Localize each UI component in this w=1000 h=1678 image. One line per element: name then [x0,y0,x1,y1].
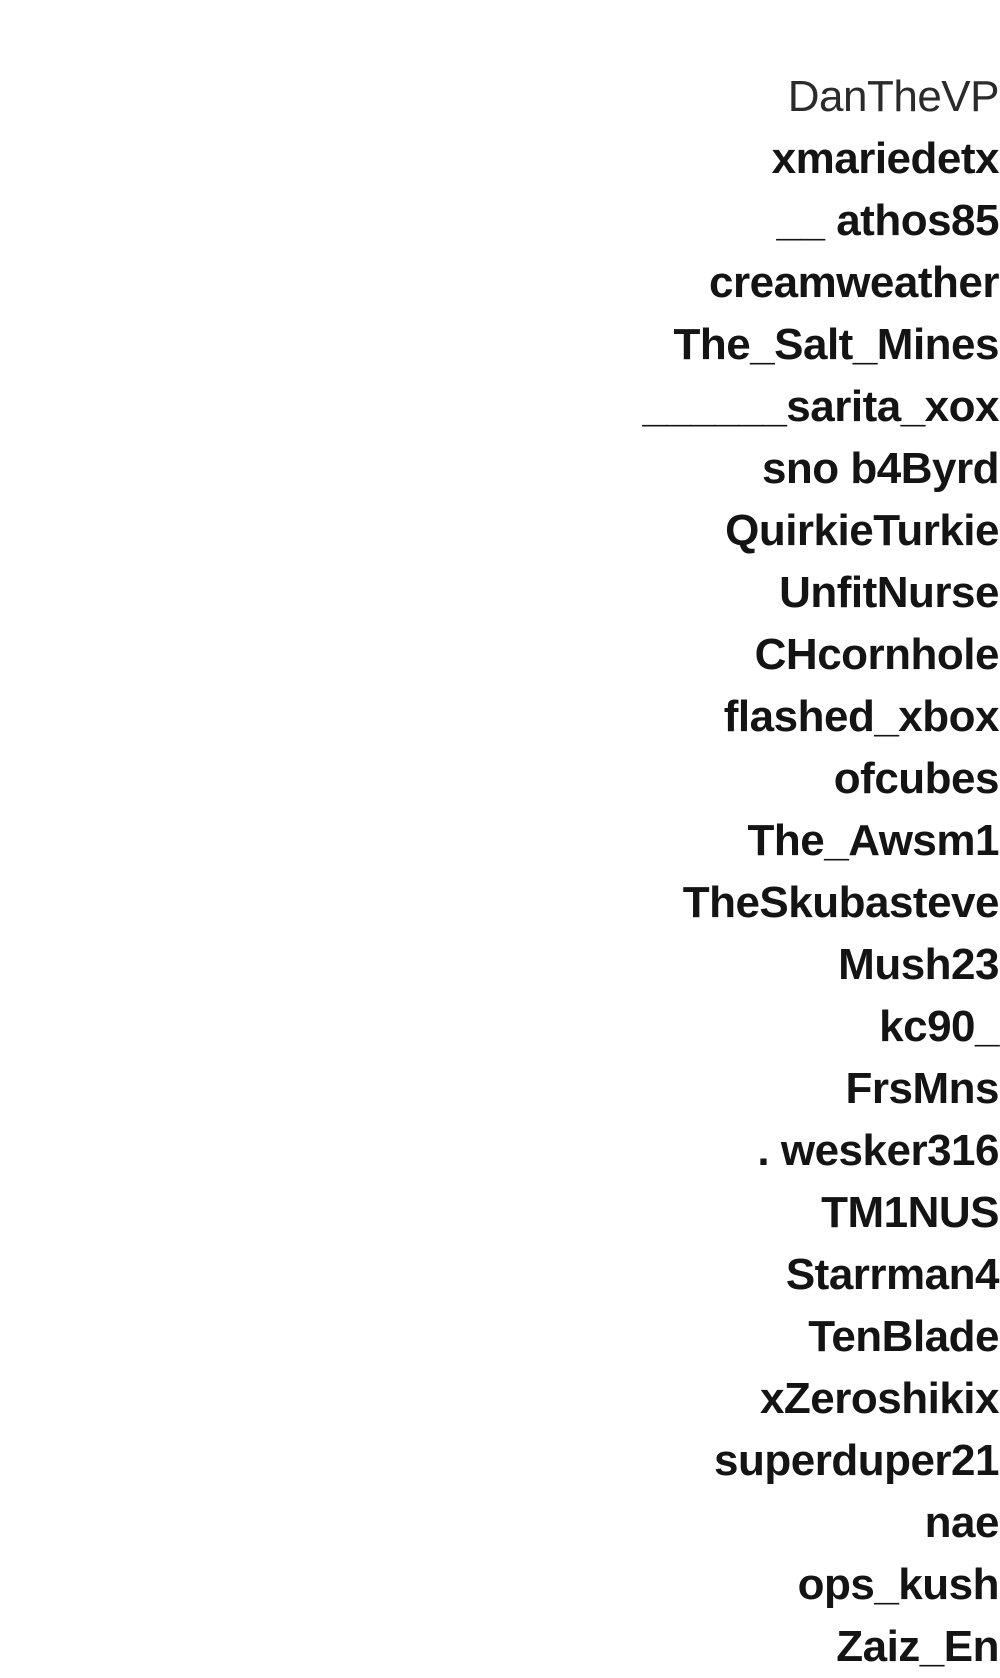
list-item: Zaiz_En [836,1622,999,1671]
list-item: superduper21 [714,1436,999,1485]
list-item: The_Awsm1 [747,816,1000,865]
list-item: xmariedetx [771,134,1000,183]
list-item: __ athos85 [776,196,1000,245]
list-item: xZeroshikix [759,1374,1000,1423]
list-item: QuirkieTurkie [725,506,999,555]
list-item: TenBlade [808,1312,999,1361]
list-item: creamweather [709,258,999,307]
list-item: . wesker316 [757,1126,999,1175]
list-item: sno b4Byrd [761,444,1000,493]
list-item: flashed_xbox [723,692,1000,741]
username-list: DanTheVP xmariedetx __ athos85 creamweat… [399,66,999,1678]
list-item: TM1NUS [821,1188,999,1237]
list-item: UnfitNurse [779,568,999,617]
list-item: The_Salt_Mines [673,320,999,369]
list-item: Starrman4 [785,1250,1000,1299]
list-item: Mush23 [838,940,999,989]
list-item: CHcornhole [754,630,1000,679]
list-item: TheSkubasteve [682,878,1000,927]
list-item: ops_kush [797,1560,1000,1609]
list-item: FrsMns [845,1064,1000,1113]
list-item: DanTheVP [787,72,1000,121]
list-item: nae [924,1498,1000,1547]
list-item: ______sarita_xox [642,382,999,431]
list-item: kc90_ [879,1002,999,1051]
list-item: ofcubes [833,754,1000,803]
